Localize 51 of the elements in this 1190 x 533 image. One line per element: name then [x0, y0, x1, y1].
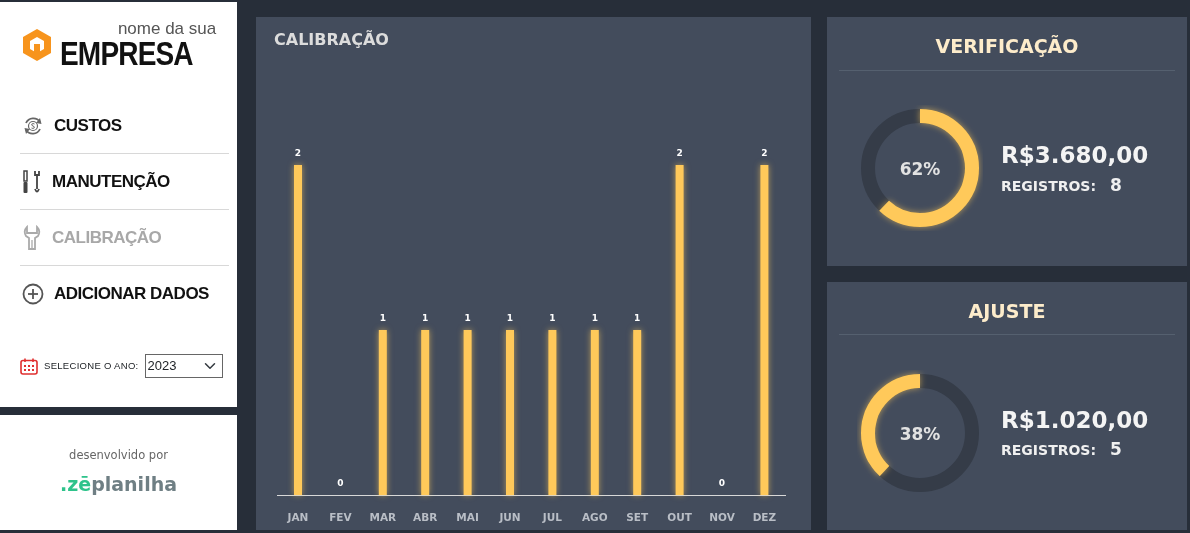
brand-name: planilha — [91, 472, 177, 495]
dollar-cycle-icon — [22, 114, 44, 137]
logo-name: EMPRESA — [60, 37, 193, 70]
records-count: 5 — [1110, 439, 1122, 460]
year-label: SELECIONE O ANO: — [44, 358, 139, 373]
month-label: OUT — [667, 511, 692, 523]
bar-value: 1 — [634, 313, 641, 323]
amount-value: R$1.020,00 — [1001, 405, 1149, 435]
bar-value: 2 — [676, 148, 683, 158]
percent-label: 38% — [899, 423, 941, 444]
bar-value: 2 — [294, 148, 302, 158]
month-label: NOV — [709, 511, 735, 523]
month-label: ABR — [413, 511, 438, 523]
month-label: JUL — [542, 511, 562, 523]
month-label: JAN — [287, 511, 309, 523]
percent-label: 62% — [899, 159, 941, 180]
bar-value: 1 — [506, 313, 514, 323]
logo-tagline: nome da sua — [116, 20, 217, 37]
records-label: REGISTROS: — [1001, 442, 1097, 459]
card-title: AJUSTE — [839, 281, 1175, 336]
bar-value: 1 — [464, 313, 471, 323]
amount-value: R$3.680,00 — [1001, 141, 1149, 171]
month-label: AGO — [581, 511, 608, 523]
bar-value: 1 — [591, 313, 598, 323]
month-label: MAI — [456, 511, 479, 523]
year-select[interactable]: 2023 — [144, 354, 223, 378]
brand-prefix: .zē — [60, 472, 92, 495]
add-icon — [22, 283, 44, 305]
records-label: REGISTROS: — [1001, 177, 1097, 194]
menu-item[interactable]: ADICIONAR DADOS — [20, 266, 229, 322]
wrench-icon — [22, 224, 42, 251]
menu-item[interactable]: MANUTENÇÃO — [20, 154, 229, 210]
month-label: FEV — [329, 511, 352, 523]
menu-item[interactable]: CUSTOS — [20, 98, 229, 154]
card-title: VERIFICAÇÃO — [839, 17, 1175, 71]
month-label: JUN — [499, 511, 521, 523]
bar-value: 1 — [379, 313, 386, 323]
bar-value: 0 — [337, 478, 344, 488]
tools-icon — [22, 168, 42, 195]
bar-value: 0 — [718, 478, 726, 488]
credit-caption: desenvolvido por — [69, 446, 168, 464]
month-label: SET — [626, 511, 649, 523]
hexagon-logo-icon — [20, 28, 54, 62]
bar-value: 1 — [549, 313, 556, 323]
bar-value: 1 — [422, 313, 429, 323]
bar-value: 2 — [761, 148, 768, 158]
records-count: 8 — [1110, 174, 1122, 195]
chart-title: CALIBRAÇÃO — [273, 29, 390, 51]
month-label: DEZ — [752, 511, 777, 523]
calendar-icon — [20, 357, 38, 375]
month-label: MAR — [369, 511, 397, 523]
